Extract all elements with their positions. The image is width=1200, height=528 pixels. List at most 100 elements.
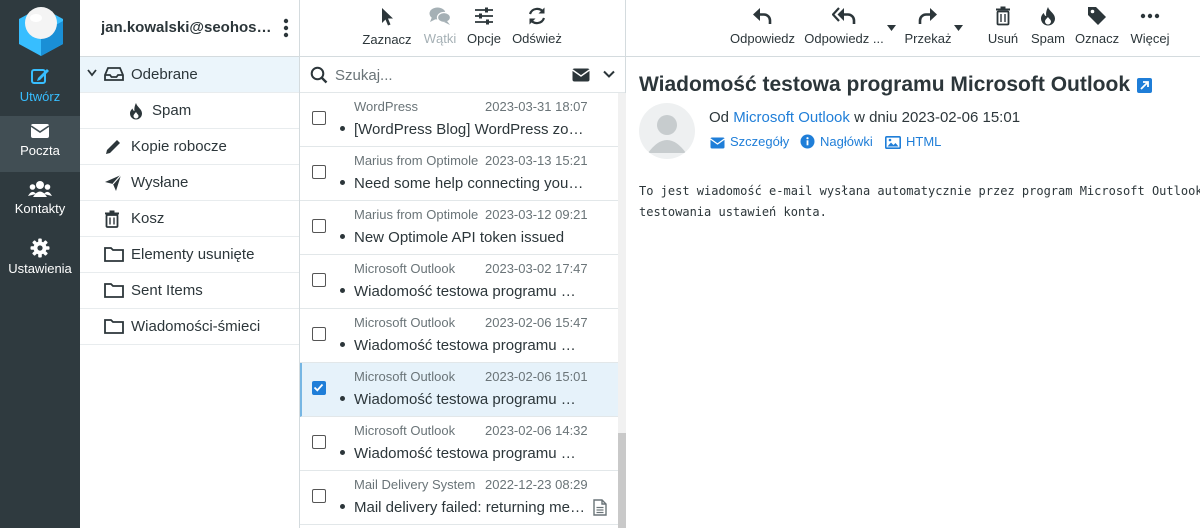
file-icon <box>593 499 607 516</box>
message-date: 2022-12-23 08:29 <box>485 477 588 492</box>
message-checkbox[interactable] <box>312 381 326 395</box>
subject-text: Wiadomość testowa programu Microsoft Out… <box>639 73 1131 96</box>
spam-button[interactable]: Spam <box>1028 6 1068 46</box>
gear-icon <box>30 238 50 258</box>
delete-button[interactable]: Usuń <box>984 6 1022 46</box>
select-button[interactable]: Zaznacz <box>362 6 412 47</box>
message-row[interactable]: Microsoft Outlook 2023-02-06 15:47 Wiado… <box>300 309 618 363</box>
message-row[interactable]: Marius from Optimole 2023-03-12 09:21 Ne… <box>300 201 618 255</box>
inbox-icon <box>104 67 124 81</box>
message-checkbox[interactable] <box>312 273 326 287</box>
mark-button[interactable]: Oznacz <box>1075 6 1119 46</box>
paper-plane-icon <box>105 174 122 191</box>
pencil-icon <box>106 140 120 154</box>
message-list: WordPress 2023-03-31 18:07 [WordPress Bl… <box>300 93 618 528</box>
nav-contacts[interactable]: Kontakty <box>0 174 80 230</box>
unread-dot-icon <box>340 234 345 239</box>
search-input[interactable] <box>335 63 555 87</box>
users-icon <box>28 181 52 197</box>
message-row[interactable]: Marius from Optimole 2023-03-13 15:21 Ne… <box>300 147 618 201</box>
mail-label: Poczta <box>20 143 60 158</box>
kebab-menu-icon[interactable] <box>283 18 289 38</box>
caret-down-icon[interactable] <box>887 25 896 31</box>
chevron-down-icon[interactable] <box>603 70 615 79</box>
options-label: Opcje <box>467 31 501 46</box>
message-toolbar: Odpowiedz Odpowiedz ... Przekaż Usuń Spa… <box>626 0 1200 57</box>
message-subject: Need some help connecting your site? <box>354 175 584 192</box>
folder-icon <box>104 319 124 334</box>
envelope-icon <box>710 137 725 149</box>
folder-label: Sent Items <box>131 282 203 299</box>
message-checkbox[interactable] <box>312 219 326 233</box>
mark-label: Oznacz <box>1075 31 1120 46</box>
reply-all-button[interactable]: Odpowiedz ... <box>804 6 884 46</box>
from-prefix: Od <box>709 109 730 126</box>
folder-spam[interactable]: Spam <box>80 93 299 129</box>
details-link[interactable]: Szczegóły <box>710 134 789 149</box>
message-row[interactable]: WordPress 2023-03-31 18:07 [WordPress Bl… <box>300 93 618 147</box>
message-checkbox[interactable] <box>312 111 326 125</box>
html-label: HTML <box>906 134 942 149</box>
message-sender: Marius from Optimole <box>354 153 479 168</box>
message-row-selected[interactable]: Microsoft Outlook 2023-02-06 15:01 Wiado… <box>300 363 618 417</box>
scrollbar-thumb[interactable] <box>618 433 626 528</box>
message-row[interactable]: Microsoft Outlook 2023-02-06 14:32 Wiado… <box>300 417 618 471</box>
message-subject-heading: Wiadomość testowa programu Microsoft Out… <box>639 73 1153 97</box>
message-date: 2023-03-12 09:21 <box>485 207 588 222</box>
message-sender: Marius from Optimole <box>354 207 479 222</box>
unread-dot-icon <box>340 396 345 401</box>
folder-icon <box>104 283 124 298</box>
folder-sent-items[interactable]: Sent Items <box>80 273 299 309</box>
forward-button[interactable]: Przekaż <box>902 6 954 46</box>
reply-button[interactable]: Odpowiedz <box>730 6 795 46</box>
folder-inbox[interactable]: Odebrane <box>80 57 299 93</box>
external-link-icon[interactable] <box>1137 78 1153 93</box>
search-icon[interactable] <box>310 66 328 84</box>
unread-dot-icon <box>340 342 345 347</box>
more-button[interactable]: Więcej <box>1128 6 1172 46</box>
account-header: jan.kowalski@seohost.edu.pl <box>80 0 299 57</box>
folder-icon <box>104 247 124 262</box>
message-list-scrollbar[interactable] <box>618 93 626 528</box>
message-date: 2023-03-13 15:21 <box>485 153 588 168</box>
refresh-button[interactable]: Odśwież <box>511 6 563 46</box>
reading-pane: Odpowiedz Odpowiedz ... Przekaż Usuń Spa… <box>626 0 1200 528</box>
folder-sent[interactable]: Wysłane <box>80 165 299 201</box>
checkmark-icon <box>313 383 324 392</box>
folder-junk[interactable]: Wiadomości-śmieci <box>80 309 299 345</box>
message-subject: [WordPress Blog] WordPress została zaktu… <box>354 121 584 138</box>
html-link[interactable]: HTML <box>885 134 941 149</box>
message-row[interactable]: Mail Delivery System 2022-12-23 08:29 Ma… <box>300 471 618 525</box>
sender-link[interactable]: Microsoft Outlook <box>733 109 850 126</box>
headers-link[interactable]: Nagłówki <box>800 134 873 149</box>
nav-settings[interactable]: Ustawienia <box>0 232 80 288</box>
message-list-panel: Zaznacz Wątki Opcje Odśwież Szukaj... Wo… <box>300 0 626 528</box>
folder-trash[interactable]: Kosz <box>80 201 299 237</box>
chevron-down-icon[interactable] <box>87 69 97 77</box>
search-bar <box>300 57 625 93</box>
threads-button[interactable]: Wątki <box>421 6 459 46</box>
info-icon <box>800 134 815 149</box>
avatar <box>639 103 695 159</box>
app-rail: Utwórz Poczta Kontakty Ustawienia <box>0 0 80 528</box>
caret-down-icon[interactable] <box>954 25 963 31</box>
message-row[interactable]: Microsoft Outlook 2023-03-02 17:47 Wiado… <box>300 255 618 309</box>
nav-mail[interactable]: Poczta <box>0 116 80 172</box>
settings-label: Ustawienia <box>8 261 72 276</box>
options-button[interactable]: Opcje <box>466 6 502 46</box>
message-checkbox[interactable] <box>312 165 326 179</box>
trash-icon <box>105 210 119 228</box>
folder-deleted-items[interactable]: Elementy usunięte <box>80 237 299 273</box>
envelope-icon[interactable] <box>572 68 590 82</box>
message-checkbox[interactable] <box>312 489 326 503</box>
more-label: Więcej <box>1130 31 1170 46</box>
message-sender: WordPress <box>354 99 419 114</box>
tag-icon <box>1088 7 1106 25</box>
comments-icon <box>429 7 451 25</box>
message-checkbox[interactable] <box>312 327 326 341</box>
fire-icon <box>1041 7 1055 26</box>
folder-drafts[interactable]: Kopie robocze <box>80 129 299 165</box>
folder-panel: jan.kowalski@seohost.edu.pl Odebrane Spa… <box>80 0 300 528</box>
compose-button[interactable]: Utwórz <box>0 60 80 116</box>
message-checkbox[interactable] <box>312 435 326 449</box>
